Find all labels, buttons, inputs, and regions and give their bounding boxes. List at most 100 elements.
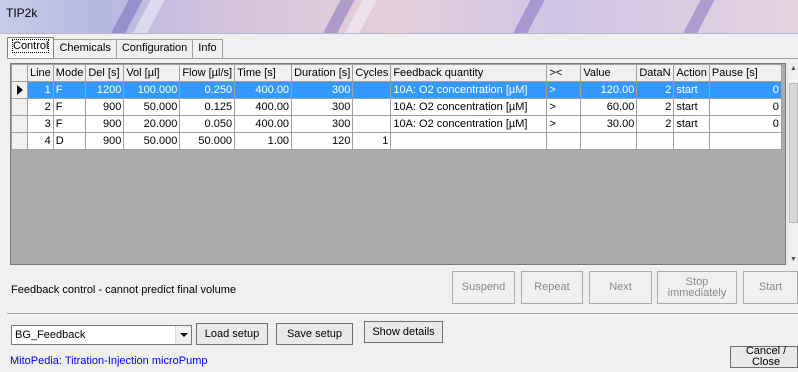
repeat-button[interactable]: Repeat — [521, 271, 583, 304]
header-indicator — [11, 64, 28, 82]
setup-select-value: BG_Feedback — [15, 329, 86, 341]
row-indicator — [11, 98, 28, 116]
cell-cycles[interactable]: 1 — [352, 132, 392, 150]
window-title: TIP2k — [6, 6, 38, 20]
grid-header-row: Line Mode Del [s] Vol [µl] Flow [µl/s] T… — [11, 64, 782, 82]
column-header: Feedback quantity — [390, 64, 548, 82]
stop-immediately-button[interactable]: Stop immediately — [657, 271, 737, 304]
stop-label-line1: Stop — [685, 275, 709, 288]
cell-compare[interactable]: > — [546, 98, 582, 116]
column-header: Cycles — [352, 64, 392, 82]
cell-del[interactable]: 900 — [85, 98, 125, 116]
cell-flow[interactable]: 0.050 — [179, 115, 236, 133]
cell-line[interactable]: 4 — [27, 132, 54, 150]
cell-line[interactable]: 1 — [27, 81, 54, 99]
scrollbar-thumb[interactable] — [789, 83, 798, 223]
cell-pause[interactable] — [708, 132, 782, 150]
column-header: Line — [27, 64, 54, 82]
cell-duration[interactable]: 300 — [291, 81, 354, 99]
cell-vol[interactable]: 20.000 — [123, 115, 181, 133]
cell-feedback[interactable]: 10A: O2 concentration [µM] — [390, 81, 548, 99]
scroll-down-icon[interactable]: ▼ — [790, 256, 797, 263]
cell-duration[interactable]: 300 — [291, 115, 354, 133]
column-header: Del [s] — [85, 64, 125, 82]
cell-time[interactable]: 1.00 — [234, 132, 293, 150]
cell-flow[interactable]: 0.250 — [179, 81, 236, 99]
cell-pause[interactable]: 0 — [708, 98, 782, 116]
cancel-close-button[interactable]: Cancel / Close — [730, 346, 798, 368]
suspend-button[interactable]: Suspend — [452, 271, 515, 304]
cell-value[interactable]: 30.00 — [580, 115, 638, 133]
cell-action[interactable]: start — [673, 81, 710, 99]
cell-feedback[interactable]: 10A: O2 concentration [µM] — [390, 98, 548, 116]
cell-duration[interactable]: 300 — [291, 98, 354, 116]
tab-control[interactable]: Control — [7, 37, 55, 58]
cell-value[interactable]: 120.00 — [580, 81, 638, 99]
cell-datan[interactable]: 2 — [636, 81, 675, 99]
program-grid[interactable]: Line Mode Del [s] Vol [µl] Flow [µl/s] T… — [10, 63, 786, 265]
cell-action[interactable]: start — [673, 115, 710, 133]
column-header: Value — [580, 64, 638, 82]
cell-flow[interactable]: 50.000 — [179, 132, 236, 150]
cell-pause[interactable]: 0 — [708, 115, 782, 133]
cell-feedback[interactable] — [390, 132, 548, 150]
cell-cycles[interactable] — [352, 81, 392, 99]
stop-label-line2: immediately — [667, 286, 727, 299]
cell-compare[interactable] — [546, 132, 582, 150]
grid-scrollbar[interactable]: ▲ ▼ — [787, 63, 798, 265]
cell-vol[interactable]: 100.000 — [123, 81, 181, 99]
table-row[interactable]: 3 F 900 20.000 0.050 400.00 300 10A: O2 … — [11, 115, 782, 133]
cell-cycles[interactable] — [352, 115, 392, 133]
cell-datan[interactable] — [636, 132, 675, 150]
cell-time[interactable]: 400.00 — [234, 98, 293, 116]
next-button[interactable]: Next — [589, 271, 652, 304]
cell-time[interactable]: 400.00 — [234, 81, 293, 99]
cell-compare[interactable]: > — [546, 81, 582, 99]
cell-line[interactable]: 3 — [27, 115, 54, 133]
cell-datan[interactable]: 2 — [636, 98, 675, 116]
section-divider — [7, 313, 798, 315]
scroll-up-icon[interactable]: ▲ — [790, 65, 797, 72]
setup-select[interactable]: BG_Feedback — [11, 325, 192, 345]
cell-time[interactable]: 400.00 — [234, 115, 293, 133]
cell-feedback[interactable]: 10A: O2 concentration [µM] — [390, 115, 548, 133]
title-bar: TIP2k — [0, 0, 798, 34]
cell-action[interactable]: start — [673, 98, 710, 116]
cell-line[interactable]: 2 — [27, 98, 54, 116]
table-row[interactable]: 2 F 900 50.000 0.125 400.00 300 10A: O2 … — [11, 98, 782, 116]
cell-mode[interactable]: D — [52, 132, 87, 150]
tab-chemicals[interactable]: Chemicals — [53, 39, 117, 58]
cell-flow[interactable]: 0.125 — [179, 98, 236, 116]
start-button[interactable]: Start — [743, 271, 798, 304]
cell-vol[interactable]: 50.000 — [123, 132, 181, 150]
cell-value[interactable] — [580, 132, 638, 150]
row-indicator — [11, 81, 28, 99]
cell-duration[interactable]: 120 — [291, 132, 354, 150]
tab-info[interactable]: Info — [192, 39, 223, 58]
cell-del[interactable]: 1200 — [85, 81, 125, 99]
cell-vol[interactable]: 50.000 — [123, 98, 181, 116]
column-header: Mode — [52, 64, 87, 82]
cell-value[interactable]: 60.00 — [580, 98, 638, 116]
tab-strip: Control Chemicals Configuration Info — [7, 37, 223, 59]
cell-datan[interactable]: 2 — [636, 115, 675, 133]
chevron-down-icon[interactable] — [175, 326, 191, 344]
column-header: Time [s] — [234, 64, 293, 82]
cell-del[interactable]: 900 — [85, 115, 125, 133]
cell-del[interactable]: 900 — [85, 132, 125, 150]
cell-action[interactable] — [673, 132, 710, 150]
cell-mode[interactable]: F — [52, 81, 87, 99]
show-details-button[interactable]: Show details — [364, 321, 443, 343]
table-row[interactable]: 1 F 1200 100.000 0.250 400.00 300 10A: O… — [11, 81, 782, 99]
load-setup-button[interactable]: Load setup — [196, 323, 268, 345]
cell-cycles[interactable] — [352, 98, 392, 116]
cell-compare[interactable]: > — [546, 115, 582, 133]
cell-mode[interactable]: F — [52, 98, 87, 116]
mitopedia-link[interactable]: MitoPedia: Titration-Injection microPump — [10, 355, 207, 367]
tab-configuration[interactable]: Configuration — [115, 39, 194, 58]
column-header: DataN — [636, 64, 675, 82]
table-row[interactable]: 4 D 900 50.000 50.000 1.00 120 1 — [11, 132, 782, 150]
cell-mode[interactable]: F — [52, 115, 87, 133]
cell-pause[interactable]: 0 — [708, 81, 782, 99]
save-setup-button[interactable]: Save setup — [276, 323, 353, 345]
